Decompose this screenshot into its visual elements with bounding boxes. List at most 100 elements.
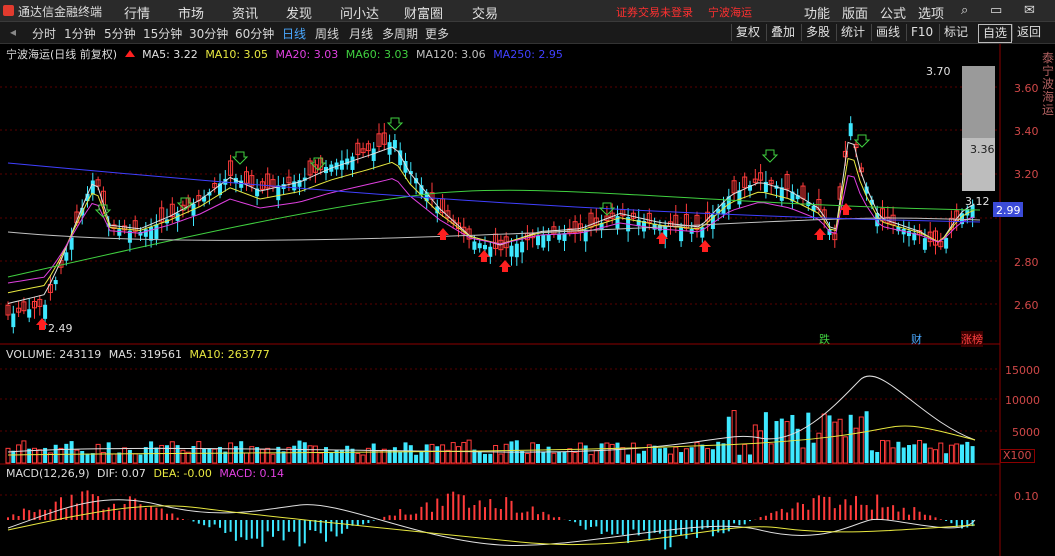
volume-bar [111, 453, 117, 464]
ma20-label: MA20: 3.03 [275, 48, 339, 61]
volume-bar [663, 447, 668, 463]
volume-bar [875, 451, 880, 463]
candle-body [149, 226, 154, 241]
side-vertical-text: 泰宁波海运 [1042, 51, 1055, 117]
candle-body [27, 309, 32, 318]
event-tag-top-gainers[interactable]: 涨榜 [961, 331, 983, 347]
volume-bar [779, 418, 784, 463]
volume-bar [530, 442, 536, 464]
candle-body [514, 243, 519, 258]
volume-bar [503, 443, 509, 464]
volume-bar [626, 454, 631, 463]
volume-bar [827, 415, 832, 463]
volume-bar [848, 414, 853, 463]
volume-bar [657, 448, 662, 463]
price-tick-320: 3.20 [1014, 168, 1039, 181]
candle-body [117, 229, 122, 236]
volume-bar [858, 416, 864, 464]
candle-body [944, 237, 949, 249]
candle-body [848, 123, 853, 137]
volume-bar [498, 453, 504, 464]
candle-body [922, 238, 927, 250]
volume-bar [398, 451, 403, 463]
volume-bar [673, 446, 679, 464]
candle-body [154, 224, 159, 239]
volume-bar [318, 452, 324, 464]
volume-bar [557, 451, 562, 463]
vol-ma5-label: MA5: 319561 [108, 348, 182, 361]
macd-legend-title: MACD(12,26,9) [6, 467, 90, 480]
volume-bar [869, 450, 874, 463]
candle-body [11, 313, 16, 328]
volume-bar [546, 446, 551, 463]
candle-body [350, 156, 355, 170]
volume-bar [784, 421, 790, 464]
volume-bar [800, 447, 806, 464]
volume-bar [609, 443, 615, 464]
volume-bar [154, 447, 159, 463]
volume-bar [138, 454, 143, 463]
volume-bar [551, 452, 557, 464]
volume-bar [917, 439, 923, 464]
price-legend-title: 宁波海运(日线 前复权) [6, 48, 118, 61]
volume-bar [679, 452, 684, 463]
volume-bar [408, 445, 413, 463]
volume-bar [381, 448, 387, 464]
volume-bar [414, 454, 419, 463]
volume-bar [244, 452, 249, 464]
volume-bar [768, 443, 774, 464]
volume-legend-title: VOLUME: 243119 [6, 348, 102, 361]
volume-bar [944, 453, 949, 463]
volume-bar [339, 449, 344, 463]
volume-bar [477, 450, 482, 463]
volume-bar [541, 451, 546, 463]
volume-bar [350, 448, 355, 463]
volume-bar [461, 441, 467, 464]
candle-body [64, 252, 69, 261]
volume-bar [604, 442, 610, 464]
price-tick-360: 3.60 [1014, 82, 1039, 95]
volume-bar [880, 439, 885, 464]
candle-body [53, 280, 58, 285]
volume-bar [970, 446, 975, 463]
volume-bar [748, 454, 752, 463]
volume-bar [922, 443, 927, 463]
event-tag-drop[interactable]: 跌 [819, 331, 830, 347]
volume-bar [207, 448, 212, 463]
volume-bar [132, 453, 138, 464]
volume-bar [885, 440, 891, 464]
volume-bar [790, 414, 795, 463]
event-tag-financial[interactable]: 财 [911, 331, 922, 347]
volume-bar [642, 450, 646, 463]
volume-bar [69, 441, 74, 463]
volume-bar [493, 445, 499, 464]
volume-bar [842, 436, 848, 464]
ma5-label: MA5: 3.22 [142, 48, 198, 61]
volume-bar [143, 447, 148, 463]
volume-bar [933, 449, 938, 464]
volume-bar [37, 449, 43, 464]
last-close-label: 3.12 [965, 195, 990, 208]
candle-body [392, 140, 397, 149]
volume-bar [440, 444, 446, 464]
candle-body [509, 245, 514, 257]
volume-bar [927, 447, 933, 464]
candle-body [472, 241, 477, 250]
buy-signal-icon [36, 318, 48, 330]
volume-bar [583, 445, 588, 463]
volume-bar [960, 444, 964, 463]
volume-bar [429, 443, 435, 464]
volume-bar [483, 453, 487, 463]
volume-bar [21, 440, 27, 464]
volume-bar [864, 411, 869, 463]
volume-bar [90, 453, 95, 463]
candle-body [520, 241, 525, 253]
candle-body [907, 230, 911, 237]
price-tick-280: 2.80 [1014, 256, 1039, 269]
volume-bar [599, 443, 604, 463]
candle-body [679, 227, 684, 242]
volume-bar [620, 447, 626, 464]
candle-body [483, 245, 487, 250]
volume-bar [16, 444, 22, 464]
volume-bar [312, 445, 318, 464]
